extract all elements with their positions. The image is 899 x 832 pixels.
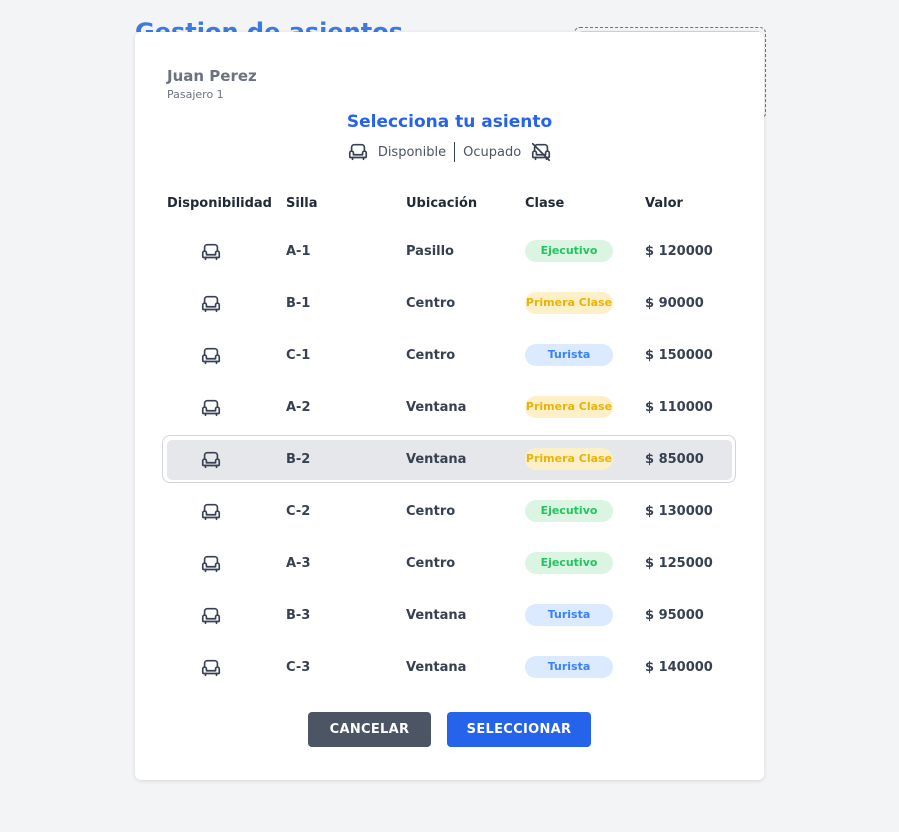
- seat-price: $ 90000: [645, 296, 704, 311]
- class-badge: Ejecutivo: [525, 240, 613, 262]
- header-class: Clase: [525, 196, 565, 211]
- table-row[interactable]: C-1 Centro Turista $ 150000: [167, 330, 732, 382]
- seat-location: Ventana: [406, 452, 467, 467]
- seat-id: C-2: [286, 504, 311, 519]
- table-row[interactable]: C-2 Centro Ejecutivo $ 130000: [167, 486, 732, 538]
- armchair-off-icon: [530, 141, 552, 163]
- class-badge: Turista: [525, 344, 613, 366]
- seat-picker-title: Selecciona tu asiento: [346, 112, 553, 132]
- seat-id: B-2: [286, 452, 311, 467]
- seat-id: A-2: [286, 400, 311, 415]
- legend-divider: [454, 142, 456, 162]
- legend-occupied-label: Ocupado: [463, 144, 522, 160]
- table-row[interactable]: A-1 Pasillo Ejecutivo $ 120000: [167, 226, 732, 278]
- table-row[interactable]: A-2 Ventana Primera Clase $ 110000: [167, 382, 732, 434]
- seat-selection-modal: Juan Perez Pasajero 1 Selecciona tu asie…: [135, 32, 764, 780]
- table-row[interactable]: B-3 Ventana Turista $ 95000: [167, 590, 732, 642]
- armchair-icon: [200, 501, 222, 523]
- class-badge: Turista: [525, 604, 613, 626]
- seat-location: Ventana: [406, 660, 467, 675]
- seat-price: $ 130000: [645, 504, 713, 519]
- seat-price: $ 110000: [645, 400, 713, 415]
- class-badge: Primera Clase: [525, 396, 613, 418]
- table-row[interactable]: B-1 Centro Primera Clase $ 90000: [167, 278, 732, 330]
- seat-id: B-1: [286, 296, 311, 311]
- seat-price: $ 120000: [645, 244, 713, 259]
- seat-price: $ 85000: [645, 452, 704, 467]
- seat-location: Ventana: [406, 608, 467, 623]
- class-badge: Ejecutivo: [525, 552, 613, 574]
- page-title: Gestion de asientos: [135, 18, 404, 32]
- seat-id: B-3: [286, 608, 311, 623]
- seat-id: A-3: [286, 556, 311, 571]
- seat-legend: Disponible Ocupado: [135, 141, 764, 163]
- armchair-icon: [200, 397, 222, 419]
- armchair-icon: [200, 241, 222, 263]
- class-badge: Turista: [525, 656, 613, 678]
- legend-available-label: Disponible: [377, 144, 447, 160]
- passenger-name: Juan Perez: [167, 67, 257, 85]
- seat-id: A-1: [286, 244, 311, 259]
- cancel-button[interactable]: CANCELAR: [308, 712, 431, 747]
- seat-location: Ventana: [406, 400, 467, 415]
- seat-location: Centro: [406, 348, 456, 363]
- table-header: Disponibilidad Silla Ubicación Clase Val…: [167, 196, 737, 216]
- class-badge: Primera Clase: [525, 292, 613, 314]
- class-badge: Primera Clase: [525, 448, 613, 470]
- class-badge: Ejecutivo: [525, 500, 613, 522]
- seat-location: Pasillo: [406, 244, 454, 259]
- table-row[interactable]: A-3 Centro Ejecutivo $ 125000: [167, 538, 732, 590]
- select-button[interactable]: SELECCIONAR: [447, 712, 591, 747]
- header-value: Valor: [645, 196, 683, 211]
- header-location: Ubicación: [406, 196, 478, 211]
- armchair-icon: [347, 141, 369, 163]
- seat-id: C-3: [286, 660, 311, 675]
- seat-location: Centro: [406, 556, 456, 571]
- seat-id: C-1: [286, 348, 311, 363]
- passenger-label: Pasajero 1: [167, 88, 224, 101]
- armchair-icon: [200, 293, 222, 315]
- armchair-icon: [200, 657, 222, 679]
- seat-price: $ 140000: [645, 660, 713, 675]
- armchair-icon: [200, 553, 222, 575]
- seat-location: Centro: [406, 504, 456, 519]
- seat-price: $ 150000: [645, 348, 713, 363]
- armchair-icon: [200, 345, 222, 367]
- seat-price: $ 95000: [645, 608, 704, 623]
- seat-location: Centro: [406, 296, 456, 311]
- table-row-selected[interactable]: B-2 Ventana Primera Clase $ 85000: [162, 434, 736, 486]
- header-seat: Silla: [286, 196, 318, 211]
- table-row[interactable]: C-3 Ventana Turista $ 140000: [167, 642, 732, 694]
- armchair-icon: [200, 605, 222, 627]
- seat-price: $ 125000: [645, 556, 713, 571]
- armchair-icon: [200, 449, 222, 471]
- header-availability: Disponibilidad: [167, 196, 272, 211]
- seat-table-body: A-1 Pasillo Ejecutivo $ 120000 B-1 Centr…: [162, 226, 736, 694]
